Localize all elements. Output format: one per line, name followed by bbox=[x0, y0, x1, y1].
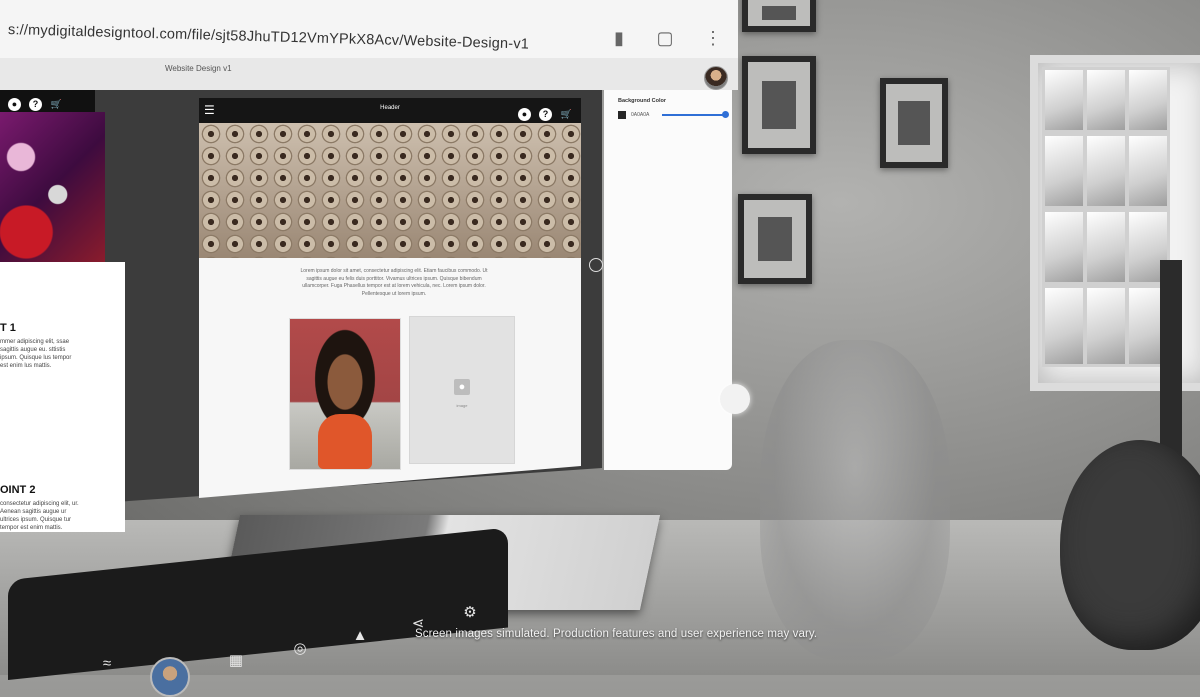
body-text: Lorem ipsum dolor sit amet, consectetur … bbox=[300, 268, 488, 297]
wifi-icon[interactable]: ≈ bbox=[97, 655, 117, 673]
wall-picture-frame bbox=[880, 78, 948, 168]
app-toolbar: Website Design v1 bbox=[0, 58, 738, 90]
user-avatar[interactable] bbox=[704, 66, 728, 90]
notifications-icon[interactable]: ▲ bbox=[350, 627, 370, 645]
wall-picture-frame bbox=[742, 0, 816, 32]
guitar-neck bbox=[1160, 260, 1182, 460]
cart-icon: 🛒 bbox=[50, 99, 63, 109]
artboard-main[interactable]: ☰ Header ●? 🛒 Lorem ipsum dolor sit amet,… bbox=[199, 98, 581, 498]
hex-value[interactable]: 0A0A0A bbox=[631, 112, 649, 118]
account-icon: ● bbox=[8, 98, 21, 111]
section-heading: T 1 bbox=[0, 322, 16, 334]
apps-grid-icon[interactable]: ▦ bbox=[226, 652, 246, 670]
artboard-navbar: ☰ Header ●? 🛒 bbox=[199, 98, 581, 123]
cart-icon: 🛒 bbox=[560, 109, 573, 119]
url-text[interactable]: s://mydigitaldesigntool.com/file/sjt58Jh… bbox=[8, 22, 529, 53]
resize-handle[interactable] bbox=[589, 258, 603, 272]
section-text: consectetur adipiscing elit, ur. Aenean … bbox=[0, 501, 79, 531]
monitor-icon[interactable]: ▢ bbox=[655, 28, 675, 48]
address-bar[interactable]: s://mydigitaldesigntool.com/file/sjt58Jh… bbox=[0, 0, 738, 59]
settings-icon[interactable]: ⚙ bbox=[460, 604, 480, 622]
image-placeholder[interactable]: ● image bbox=[409, 316, 515, 464]
properties-panel: Background Color 0A0A0A bbox=[604, 90, 732, 470]
messenger-icon[interactable]: ◎ bbox=[290, 640, 310, 658]
wall-picture-frame bbox=[738, 194, 812, 284]
color-swatch[interactable] bbox=[618, 111, 626, 119]
navbar-icons: ●? 🛒 bbox=[518, 104, 573, 122]
artboard-left[interactable]: ●? 🛒 T 1 mmer adipiscing elit, ssae sagit… bbox=[0, 90, 128, 532]
disclaimer-caption: Screen images simulated. Production feat… bbox=[415, 628, 818, 640]
scarf bbox=[318, 414, 372, 469]
background-color-label: Background Color bbox=[618, 98, 666, 104]
slider-thumb[interactable] bbox=[722, 111, 729, 118]
account-icon: ● bbox=[518, 108, 531, 121]
placeholder-label: image bbox=[456, 403, 468, 408]
portrait-photo[interactable] bbox=[289, 318, 401, 470]
avatar[interactable] bbox=[150, 657, 190, 697]
section-text: mmer adipiscing elit, ssae sagittis augu… bbox=[0, 339, 72, 369]
artboard-left-navbar: ●? 🛒 bbox=[0, 90, 95, 112]
more-vert-icon[interactable]: ⋮ bbox=[703, 28, 723, 48]
artboard-left-body: T 1 mmer adipiscing elit, ssae sagittis … bbox=[0, 262, 125, 532]
vr-pointer-cursor bbox=[720, 384, 750, 414]
paper-rolls-hero-image[interactable] bbox=[199, 123, 581, 258]
opacity-slider[interactable] bbox=[662, 114, 726, 116]
section-heading: OINT 2 bbox=[0, 484, 36, 496]
vr-browser-window: s://mydigitaldesigntool.com/file/sjt58Jh… bbox=[0, 0, 740, 532]
fabric-rolls-image bbox=[0, 112, 105, 262]
help-icon: ? bbox=[539, 108, 552, 121]
user-hand bbox=[760, 340, 950, 660]
wall-picture-frame bbox=[742, 56, 816, 154]
help-icon: ? bbox=[29, 98, 42, 111]
bookmark-icon[interactable]: ▮ bbox=[609, 28, 629, 48]
image-icon: ● bbox=[454, 379, 470, 395]
file-title: Website Design v1 bbox=[165, 64, 232, 73]
